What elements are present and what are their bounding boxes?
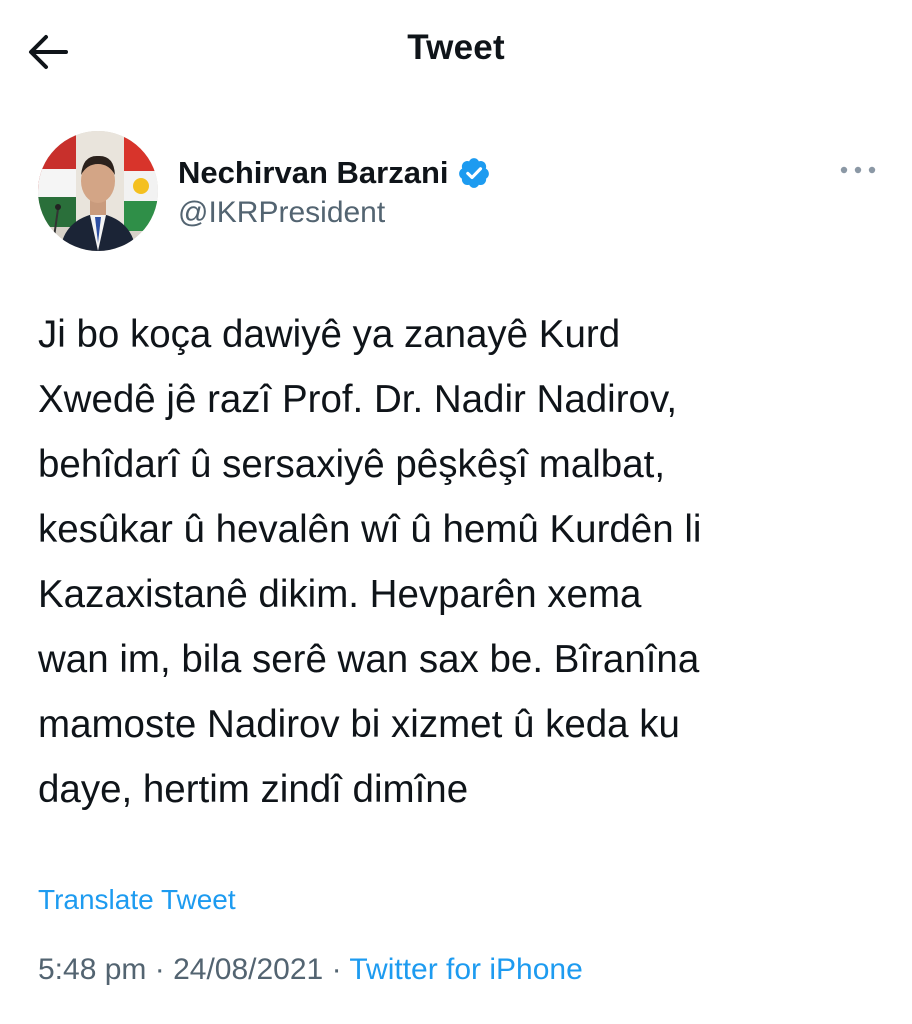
display-name[interactable]: Nechirvan Barzani: [178, 155, 449, 191]
more-horizontal-icon: [840, 166, 876, 174]
avatar[interactable]: [38, 131, 158, 251]
more-options-button[interactable]: [838, 157, 878, 183]
display-name-row: Nechirvan Barzani: [178, 153, 491, 193]
tweet-text: Ji bo koça dawiyê ya zanayê Kurd Xwedê j…: [38, 313, 702, 811]
tweet-source-link[interactable]: Twitter for iPhone: [349, 953, 582, 986]
meta-separator: ·: [323, 953, 350, 986]
tweet-time: 5:48 pm: [38, 953, 147, 986]
meta-separator: ·: [146, 953, 174, 986]
page-title: Tweet: [407, 28, 505, 67]
profile-photo: [38, 131, 158, 251]
tweet-author: Nechirvan Barzani @IKRPresident: [38, 131, 878, 253]
tweet-metadata: 5:48 pm · 24/08/2021 · Twitter for iPhon…: [38, 953, 583, 987]
translate-tweet-link[interactable]: Translate Tweet: [38, 884, 236, 916]
verified-badge-icon: [457, 156, 491, 190]
user-handle[interactable]: @IKRPresident: [178, 196, 385, 230]
top-bar: Tweet: [0, 0, 912, 104]
tweet-date: 24/08/2021: [173, 953, 324, 986]
